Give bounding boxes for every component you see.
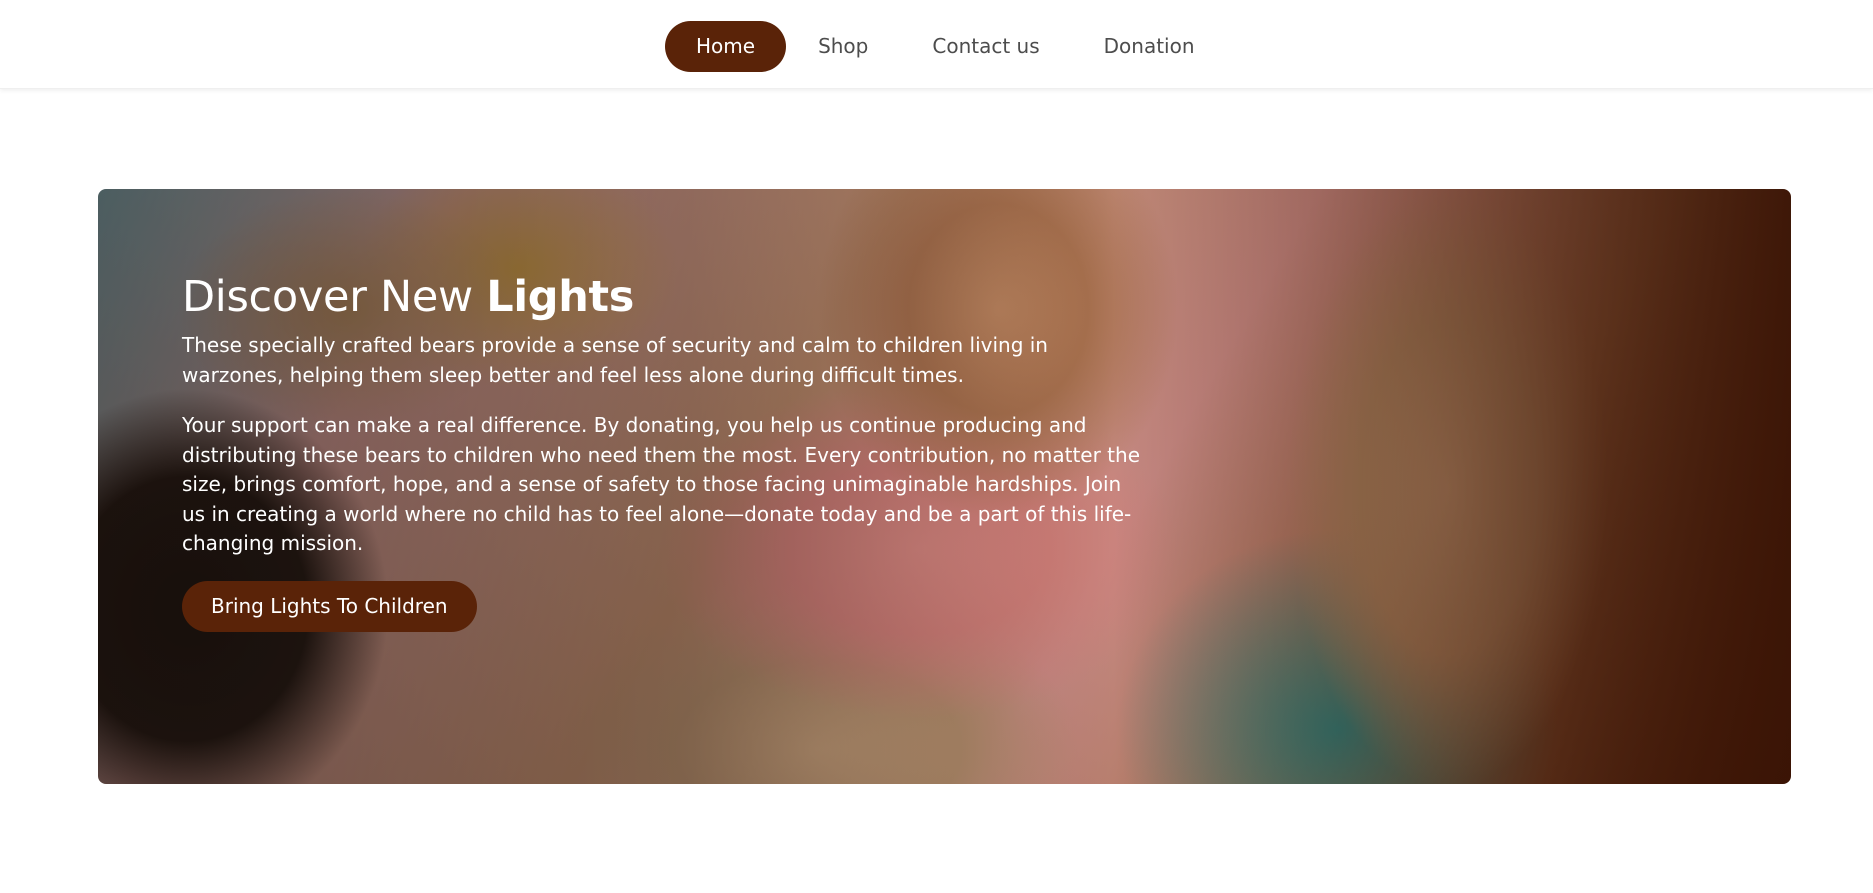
hero-paragraph-intro: These specially crafted bears provide a …: [182, 333, 1048, 387]
nav-item-shop[interactable]: Shop: [786, 21, 900, 72]
top-navbar: Home Shop Contact us Donation: [0, 0, 1873, 89]
hero-title-bold: Lights: [486, 272, 635, 322]
hero-paragraph-support: Your support can make a real difference.…: [182, 413, 1141, 555]
nav-item-contact-us[interactable]: Contact us: [900, 21, 1071, 72]
main-nav: Home Shop Contact us Donation: [665, 21, 1227, 72]
hero-title: Discover New Lights: [182, 271, 1142, 323]
nav-item-home[interactable]: Home: [665, 21, 787, 72]
bring-lights-button[interactable]: Bring Lights To Children: [182, 580, 477, 632]
nav-item-donation[interactable]: Donation: [1072, 21, 1227, 72]
hero-title-regular: Discover New: [182, 272, 487, 322]
hero-banner: Discover New Lights These specially craf…: [98, 189, 1791, 784]
hero-content: Discover New Lights These specially craf…: [182, 271, 1142, 632]
